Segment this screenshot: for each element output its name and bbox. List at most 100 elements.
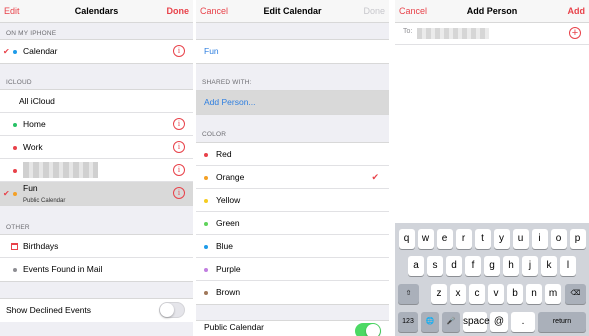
key-e[interactable]: e xyxy=(436,229,453,249)
key-i[interactable]: i xyxy=(531,229,548,249)
section-header-other: OTHER xyxy=(6,224,30,231)
color-dot xyxy=(13,50,17,54)
all-icloud-row[interactable]: All iCloud xyxy=(0,90,193,113)
color-row-brown[interactable]: Brown xyxy=(196,281,389,304)
calendar-label: Work xyxy=(23,142,43,152)
key-p[interactable]: p xyxy=(569,229,586,249)
shift-key[interactable]: ⇧ xyxy=(398,284,419,304)
shared-group: Add Person... xyxy=(196,90,389,115)
key-b[interactable]: b xyxy=(507,284,523,304)
key-d[interactable]: d xyxy=(446,256,462,276)
declined-toggle[interactable] xyxy=(159,302,185,318)
calendar-row-mail[interactable]: Events Found in Mail xyxy=(0,258,193,281)
calendar-row-calendar[interactable]: ✔ Calendar i xyxy=(0,40,193,63)
name-group: Fun xyxy=(196,39,389,64)
delete-key[interactable]: ⌫ xyxy=(565,284,586,304)
color-row-purple[interactable]: Purple xyxy=(196,258,389,281)
key-t[interactable]: t xyxy=(474,229,491,249)
key-x[interactable]: x xyxy=(450,284,466,304)
key-c[interactable]: c xyxy=(469,284,485,304)
redacted-label xyxy=(23,162,98,178)
edit-button[interactable]: Edit xyxy=(4,5,20,17)
info-icon[interactable]: i xyxy=(173,141,185,153)
public-group: Public Calendar xyxy=(196,320,389,336)
done-button[interactable]: Done xyxy=(167,5,190,17)
color-row-green[interactable]: Green xyxy=(196,212,389,235)
numbers-key[interactable]: 123 xyxy=(398,312,418,332)
key-m[interactable]: m xyxy=(545,284,561,304)
color-dot xyxy=(13,123,17,127)
key-o[interactable]: o xyxy=(550,229,567,249)
calendar-row-fun[interactable]: ✔ Fun Public Calendar i xyxy=(0,182,193,205)
key-n[interactable]: n xyxy=(526,284,542,304)
color-label: Red xyxy=(216,149,232,159)
color-dot xyxy=(204,176,208,180)
calendar-name-field[interactable]: Fun xyxy=(196,40,389,63)
key-g[interactable]: g xyxy=(484,256,500,276)
color-row-yellow[interactable]: Yellow xyxy=(196,189,389,212)
color-label: Green xyxy=(216,218,240,228)
key-f[interactable]: f xyxy=(465,256,481,276)
at-key[interactable]: @ xyxy=(490,312,508,332)
color-dot xyxy=(13,169,17,173)
calendar-label: Calendar xyxy=(23,46,58,56)
key-z[interactable]: z xyxy=(431,284,447,304)
section-header-iphone: ON MY IPHONE xyxy=(6,30,57,37)
key-j[interactable]: j xyxy=(522,256,538,276)
space-key[interactable]: space xyxy=(463,312,490,332)
calendar-row-home[interactable]: Home i xyxy=(0,113,193,136)
add-person-row[interactable]: Add Person... xyxy=(196,91,389,114)
add-contact-icon[interactable]: + xyxy=(569,27,581,39)
public-calendar-row: Public Calendar xyxy=(196,321,389,336)
calendar-label: Birthdays xyxy=(23,241,59,251)
icloud-group: All iCloud Home i Work i i ✔ Fun Public … xyxy=(0,89,193,206)
key-r[interactable]: r xyxy=(455,229,472,249)
color-row-red[interactable]: Red xyxy=(196,143,389,166)
color-label: Yellow xyxy=(216,195,241,205)
microphone-icon[interactable]: 🎤 xyxy=(442,312,460,332)
key-w[interactable]: w xyxy=(417,229,434,249)
key-l[interactable]: l xyxy=(560,256,576,276)
key-s[interactable]: s xyxy=(427,256,443,276)
key-q[interactable]: q xyxy=(398,229,415,249)
key-v[interactable]: v xyxy=(488,284,504,304)
checkmark-icon: ✔ xyxy=(3,189,10,198)
info-icon[interactable]: i xyxy=(173,164,185,176)
calendar-row-work[interactable]: Work i xyxy=(0,136,193,159)
declined-label: Show Declined Events xyxy=(6,305,92,315)
public-calendar-toggle[interactable] xyxy=(355,323,381,336)
section-header-color: COLOR xyxy=(202,131,227,138)
color-label: Brown xyxy=(216,287,241,297)
color-dot xyxy=(204,153,208,157)
cancel-button[interactable]: Cancel xyxy=(200,5,228,17)
key-a[interactable]: a xyxy=(408,256,424,276)
public-calendar-label: Public Calendar xyxy=(204,322,265,332)
navigation-bar: Cancel Edit Calendar Done xyxy=(196,0,389,23)
color-label: Blue xyxy=(216,241,234,251)
add-button[interactable]: Add xyxy=(568,5,586,17)
key-y[interactable]: y xyxy=(493,229,510,249)
other-group: Birthdays Events Found in Mail xyxy=(0,234,193,282)
key-h[interactable]: h xyxy=(503,256,519,276)
calendar-grid-icon xyxy=(11,243,18,250)
info-icon[interactable]: i xyxy=(173,118,185,130)
info-icon[interactable]: i xyxy=(173,187,185,199)
calendars-screen: Edit Calendars Done ON MY IPHONE ✔ Calen… xyxy=(0,0,193,336)
color-group: Red Orange ✔ Yellow Green Blue Purple Bro… xyxy=(196,142,389,305)
globe-icon[interactable]: 🌐 xyxy=(421,312,439,332)
iphone-group: ✔ Calendar i xyxy=(0,39,193,64)
key-u[interactable]: u xyxy=(512,229,529,249)
color-dot xyxy=(204,291,208,295)
info-icon[interactable]: i xyxy=(173,45,185,57)
period-key[interactable]: . xyxy=(511,312,535,332)
cancel-button[interactable]: Cancel xyxy=(399,5,427,17)
color-row-blue[interactable]: Blue xyxy=(196,235,389,258)
key-k[interactable]: k xyxy=(541,256,557,276)
checkmark-icon: ✔ xyxy=(371,172,379,182)
return-key[interactable]: return xyxy=(538,312,586,332)
color-row-orange[interactable]: Orange ✔ xyxy=(196,166,389,189)
to-field[interactable]: To: + xyxy=(395,23,589,45)
calendar-row-birthdays[interactable]: Birthdays xyxy=(0,235,193,258)
done-button[interactable]: Done xyxy=(363,5,385,17)
color-dot xyxy=(13,268,17,272)
